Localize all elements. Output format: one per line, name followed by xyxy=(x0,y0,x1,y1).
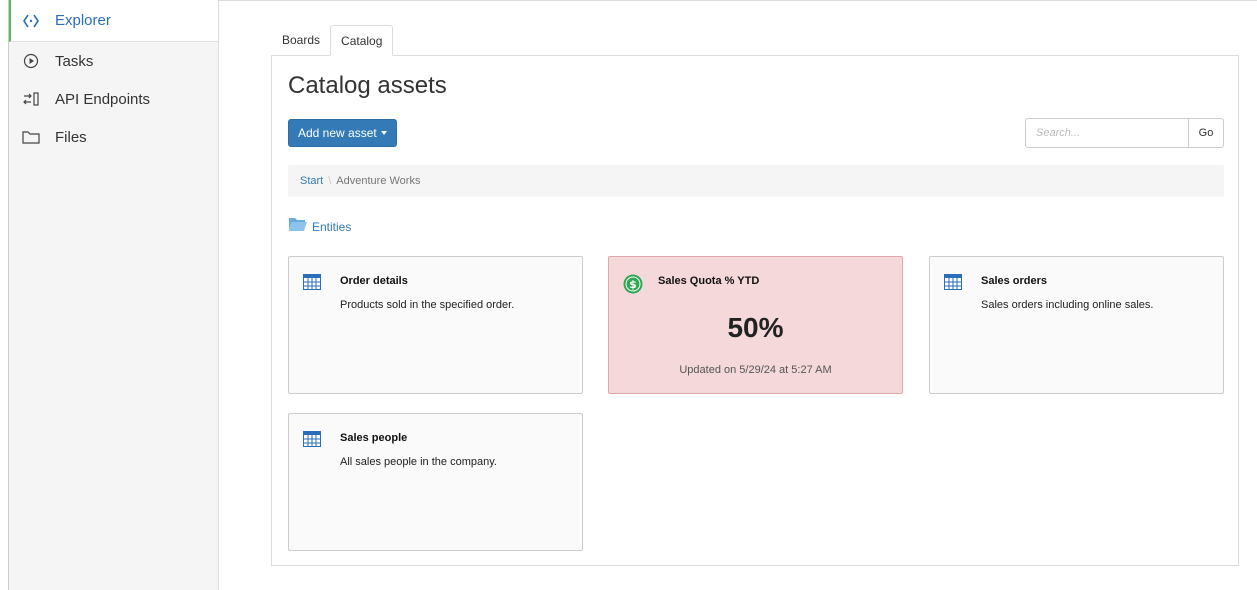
sidebar-item-files[interactable]: Files xyxy=(9,118,218,156)
breadcrumb-start-link[interactable]: Start xyxy=(300,175,323,187)
sidebar-item-label: Tasks xyxy=(55,52,94,70)
table-icon xyxy=(303,431,321,452)
card-description: All sales people in the company. xyxy=(340,456,497,468)
folder-entities[interactable]: Entities xyxy=(288,216,351,237)
breadcrumb-current: Adventure Works xyxy=(336,175,421,187)
card-title: Order details xyxy=(340,275,408,287)
sidebar-item-label: API Endpoints xyxy=(55,90,151,108)
top-divider xyxy=(219,0,1257,6)
explorer-icon xyxy=(21,12,41,30)
folder-icon xyxy=(21,128,41,146)
play-circle-icon xyxy=(21,52,41,70)
sidebar-item-explorer[interactable]: Explorer xyxy=(9,0,218,42)
sidebar: Explorer Tasks API Endpoints Files xyxy=(8,0,219,590)
search-input[interactable] xyxy=(1025,118,1189,148)
card-title: Sales orders xyxy=(981,275,1048,287)
sidebar-item-label: Explorer xyxy=(55,12,111,29)
kpi-value: 50% xyxy=(727,312,784,343)
card-description: Products sold in the specified order. xyxy=(340,299,515,311)
sidebar-item-tasks[interactable]: Tasks xyxy=(9,42,218,80)
folder-open-icon xyxy=(288,216,308,237)
sidebar-item-label: Files xyxy=(55,128,87,146)
asset-card-order-details[interactable]: Order details Products sold in the speci… xyxy=(288,256,583,394)
breadcrumb: Start \ Adventure Works xyxy=(288,165,1224,197)
search-group: Go xyxy=(1025,118,1224,148)
page-title: Catalog assets xyxy=(288,72,447,99)
asset-card-sales-orders[interactable]: Sales orders Sales orders including onli… xyxy=(929,256,1224,394)
tab-bar: Boards Catalog xyxy=(272,25,394,56)
sidebar-item-api-endpoints[interactable]: API Endpoints xyxy=(9,80,218,118)
tab-boards[interactable]: Boards xyxy=(272,25,330,56)
asset-card-sales-people[interactable]: Sales people All sales people in the com… xyxy=(288,413,583,551)
svg-text:$: $ xyxy=(629,278,637,291)
kpi-card-sales-quota[interactable]: $ Sales Quota % YTD 50% Updated on 5/29/… xyxy=(608,256,903,394)
kpi-updated-timestamp: Updated on 5/29/24 at 5:27 AM xyxy=(679,364,832,376)
table-icon xyxy=(303,274,321,295)
breadcrumb-separator: \ xyxy=(328,175,332,187)
card-title: Sales Quota % YTD xyxy=(658,275,760,287)
caret-down-icon xyxy=(380,131,387,135)
add-new-asset-button[interactable]: Add new asset xyxy=(288,119,397,147)
table-icon xyxy=(944,274,962,295)
card-title: Sales people xyxy=(340,432,408,444)
card-description: Sales orders including online sales. xyxy=(981,299,1154,311)
catalog-panel: Catalog assets Add new asset Go Start \ … xyxy=(271,55,1239,566)
folder-label: Entities xyxy=(312,219,352,234)
tab-catalog[interactable]: Catalog xyxy=(330,25,394,56)
dollar-coin-icon: $ xyxy=(623,274,643,299)
add-new-asset-label: Add new asset xyxy=(298,126,377,140)
api-transfer-icon xyxy=(21,90,41,108)
search-go-button[interactable]: Go xyxy=(1189,118,1224,148)
